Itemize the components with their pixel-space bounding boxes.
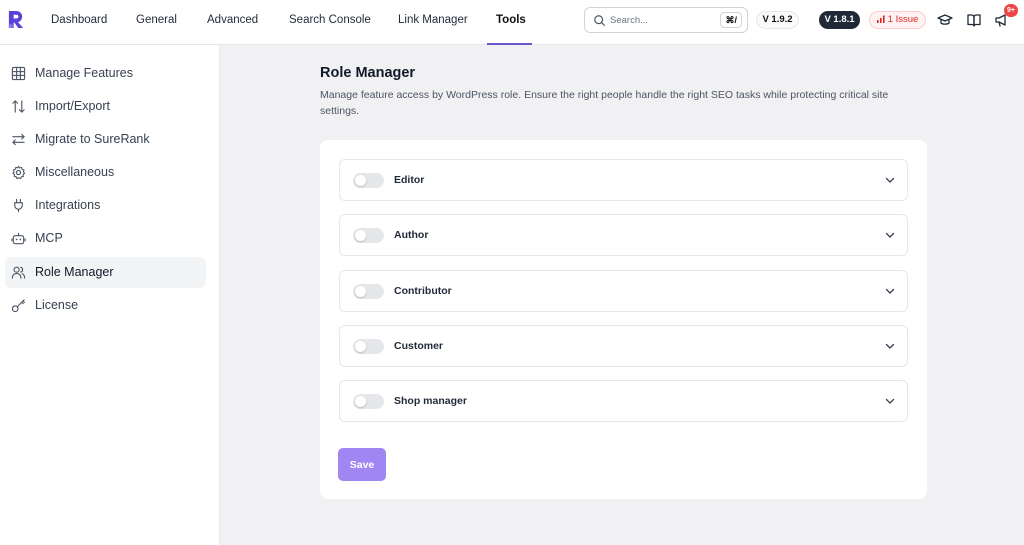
- role-list-card: Editor Author Contributor Customer Shop …: [320, 140, 927, 499]
- tab-tools[interactable]: Tools: [496, 0, 526, 45]
- issue-badge[interactable]: 1 Issue: [869, 11, 926, 29]
- key-icon: [11, 299, 25, 313]
- sidebar-item-manage-features[interactable]: Manage Features: [5, 58, 206, 89]
- chevron-down-icon[interactable]: [885, 286, 895, 296]
- sidebar-item-migrate[interactable]: Migrate to SureRank: [5, 124, 206, 155]
- role-row-shop-manager[interactable]: Shop manager: [339, 380, 908, 422]
- surerank-logo[interactable]: [7, 10, 26, 29]
- role-label: Contributor: [394, 285, 452, 297]
- active-tab-indicator: [487, 43, 532, 45]
- sidebar-item-label: Migrate to SureRank: [35, 132, 150, 146]
- arrows-leftright-icon: [12, 133, 25, 146]
- page-title: Role Manager: [320, 65, 416, 81]
- role-label: Customer: [394, 340, 444, 352]
- role-toggle[interactable]: [353, 173, 384, 188]
- role-toggle[interactable]: [353, 228, 384, 243]
- toggle-knob: [355, 175, 366, 186]
- sidebar: Manage Features Import/Export Migrate to…: [0, 45, 220, 545]
- sidebar-item-label: Import/Export: [35, 99, 111, 113]
- toggle-knob: [355, 286, 366, 297]
- sidebar-item-label: Role Manager: [35, 265, 114, 279]
- chevron-down-icon[interactable]: [885, 175, 895, 185]
- page-description: Manage feature access by WordPress role.…: [320, 89, 889, 117]
- search-icon: [594, 15, 605, 26]
- role-row-contributor[interactable]: Contributor: [339, 270, 908, 312]
- plug-icon: [14, 198, 23, 213]
- role-toggle[interactable]: [353, 339, 384, 354]
- save-button[interactable]: Save: [338, 448, 386, 481]
- toggle-knob: [355, 341, 366, 352]
- sidebar-item-label: Manage Features: [35, 66, 133, 80]
- chevron-down-icon[interactable]: [885, 396, 895, 406]
- tab-search-console[interactable]: Search Console: [289, 0, 371, 45]
- sidebar-item-mcp[interactable]: MCP: [5, 223, 206, 254]
- toggle-knob: [355, 396, 366, 407]
- role-row-author[interactable]: Author: [339, 214, 908, 256]
- tab-dashboard[interactable]: Dashboard: [51, 0, 107, 45]
- chevron-down-icon[interactable]: [885, 230, 895, 240]
- book-icon[interactable]: [966, 12, 982, 28]
- version-badge-pro[interactable]: V 1.8.1: [819, 11, 860, 29]
- search-shortcut: ⌘/: [720, 12, 742, 28]
- chevron-down-icon[interactable]: [885, 341, 895, 351]
- role-row-editor[interactable]: Editor: [339, 159, 908, 201]
- graduation-cap-icon[interactable]: [937, 12, 953, 28]
- toggle-knob: [355, 230, 366, 241]
- sidebar-item-label: License: [35, 298, 79, 312]
- bot-icon: [11, 232, 26, 245]
- sidebar-item-miscellaneous[interactable]: Miscellaneous: [5, 157, 206, 188]
- signal-bars-icon: [876, 15, 885, 24]
- sidebar-item-label: Miscellaneous: [35, 165, 115, 179]
- search-input[interactable]: [610, 12, 710, 28]
- tab-link-manager[interactable]: Link Manager: [398, 0, 468, 45]
- grid-icon: [11, 66, 26, 81]
- sidebar-item-integrations[interactable]: Integrations: [5, 190, 206, 221]
- notification-count-badge: 9+: [1004, 4, 1018, 17]
- sidebar-item-license[interactable]: License: [5, 290, 206, 321]
- sidebar-item-import-export[interactable]: Import/Export: [5, 91, 206, 122]
- sidebar-item-label: MCP: [35, 231, 63, 245]
- tab-advanced[interactable]: Advanced: [207, 0, 258, 45]
- users-icon: [11, 266, 26, 279]
- role-row-customer[interactable]: Customer: [339, 325, 908, 367]
- role-label: Editor: [394, 174, 425, 186]
- gear-icon: [12, 165, 26, 180]
- role-toggle[interactable]: [353, 394, 384, 409]
- version-badge-latest[interactable]: V 1.9.2: [756, 11, 799, 29]
- top-navigation: Dashboard General Advanced Search Consol…: [0, 0, 1024, 45]
- issue-badge-label: 1 Issue: [887, 14, 919, 25]
- arrows-updown-icon: [12, 100, 25, 113]
- sidebar-item-role-manager[interactable]: Role Manager: [5, 257, 206, 288]
- search-box[interactable]: ⌘/: [584, 7, 748, 33]
- role-toggle[interactable]: [353, 284, 384, 299]
- tab-general[interactable]: General: [136, 0, 177, 45]
- role-label: Author: [394, 229, 429, 241]
- role-label: Shop manager: [394, 395, 467, 407]
- sidebar-item-label: Integrations: [35, 198, 101, 212]
